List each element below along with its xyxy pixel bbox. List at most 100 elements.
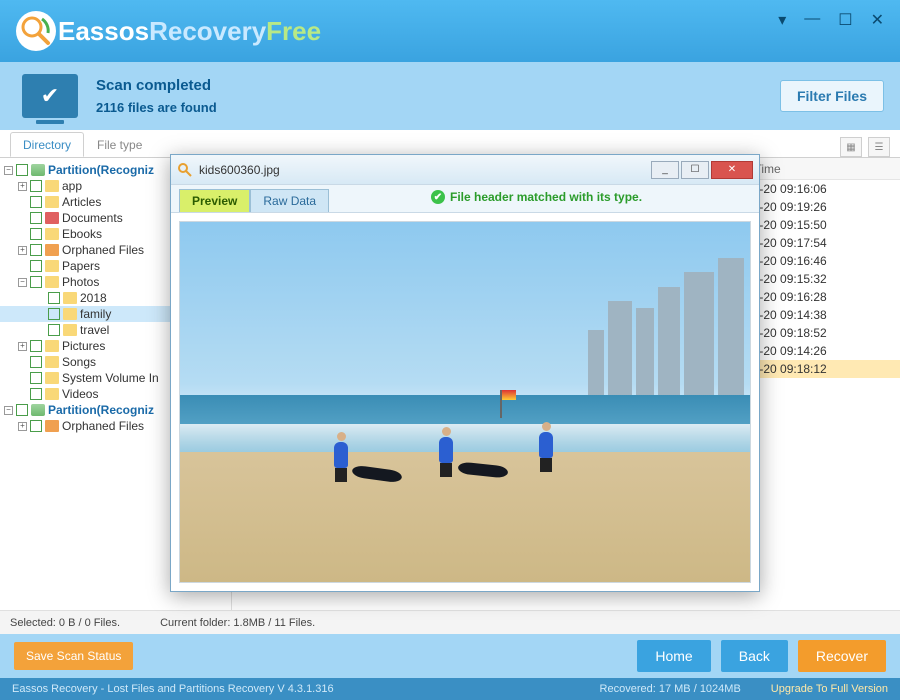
brand-part3: Free	[266, 16, 321, 46]
preview-close-button[interactable]: ✕	[711, 161, 753, 179]
file-modify-time: -03-20 09:19:26	[742, 200, 892, 214]
check-icon: ✔	[431, 190, 445, 204]
preview-image	[179, 221, 751, 583]
footer-bar: Eassos Recovery - Lost Files and Partiti…	[0, 678, 900, 700]
checkbox[interactable]	[30, 212, 42, 224]
sidebar-item-orphaned[interactable]: Orphaned Files	[62, 243, 144, 257]
selection-info-strip: Selected: 0 B / 0 Files. Current folder:…	[0, 610, 900, 634]
trash-icon	[45, 212, 59, 224]
sidebar-item-app[interactable]: app	[62, 179, 82, 193]
scan-status-title: Scan completed	[96, 77, 217, 94]
sidebar-item-partition1[interactable]: Partition(Recogniz	[48, 163, 154, 177]
sidebar-item-orphaned2[interactable]: Orphaned Files	[62, 419, 144, 433]
file-modify-time: -03-20 09:15:50	[742, 218, 892, 232]
view-list-button[interactable]: ☰	[868, 137, 890, 157]
file-modify-time: -03-20 09:16:06	[742, 182, 892, 196]
home-button[interactable]: Home	[637, 640, 710, 672]
expand-icon[interactable]: +	[18, 342, 27, 351]
checkbox[interactable]	[30, 340, 42, 352]
preview-maximize-button[interactable]: ☐	[681, 161, 709, 179]
file-modify-time: -03-20 09:16:28	[742, 290, 892, 304]
question-folder-icon	[45, 420, 59, 432]
checkbox[interactable]	[30, 228, 42, 240]
folder-icon	[45, 228, 59, 240]
expand-icon[interactable]: +	[18, 182, 27, 191]
maximize-button[interactable]: ☐	[838, 10, 852, 30]
file-modify-time: -03-20 09:15:32	[742, 272, 892, 286]
sidebar-item-songs[interactable]: Songs	[62, 355, 96, 369]
sidebar-item-articles[interactable]: Articles	[62, 195, 101, 209]
checkbox[interactable]	[30, 420, 42, 432]
scan-file-count: 2116 files are found	[96, 100, 217, 115]
sidebar-item-svi[interactable]: System Volume In	[62, 371, 159, 385]
back-button[interactable]: Back	[721, 640, 788, 672]
checkbox[interactable]	[48, 292, 60, 304]
folder-icon	[45, 196, 59, 208]
preview-title-bar[interactable]: kids600360.jpg _ ☐ ✕	[171, 155, 759, 185]
folder-icon	[45, 260, 59, 272]
sidebar-item-videos[interactable]: Videos	[62, 387, 98, 401]
tab-directory[interactable]: Directory	[10, 132, 84, 157]
sidebar-item-papers[interactable]: Papers	[62, 259, 100, 273]
checkbox[interactable]	[30, 372, 42, 384]
folder-icon	[45, 340, 59, 352]
checkbox[interactable]	[16, 164, 28, 176]
preview-tabs: Preview Raw Data ✔ File header matched w…	[171, 185, 759, 213]
sidebar-item-documents[interactable]: Documents	[62, 211, 123, 225]
checkbox[interactable]	[30, 388, 42, 400]
checkbox[interactable]	[30, 244, 42, 256]
brand-part2: Recovery	[149, 16, 266, 46]
folder-icon	[45, 180, 59, 192]
file-modify-time: -03-20 09:17:54	[742, 236, 892, 250]
scan-status-text: Scan completed 2116 files are found	[96, 77, 217, 115]
sidebar-item-family[interactable]: family	[80, 307, 111, 321]
minimize-button[interactable]: —	[804, 10, 820, 30]
tab-preview[interactable]: Preview	[179, 189, 250, 212]
disk-icon	[31, 404, 45, 416]
action-bar: Save Scan Status Home Back Recover	[0, 634, 900, 678]
sidebar-item-photos[interactable]: Photos	[62, 275, 99, 289]
checkbox[interactable]	[30, 276, 42, 288]
checkbox[interactable]	[30, 196, 42, 208]
app-brand: EassosRecoveryFree	[58, 16, 321, 47]
recover-button[interactable]: Recover	[798, 640, 886, 672]
checkbox[interactable]	[48, 324, 60, 336]
save-scan-status-button[interactable]: Save Scan Status	[14, 642, 133, 670]
header-match-text: File header matched with its type.	[450, 190, 642, 204]
window-controls: ▾ — ☐ ✕	[778, 10, 884, 30]
expand-icon[interactable]: −	[18, 278, 27, 287]
view-thumbnails-button[interactable]: ▦	[840, 137, 862, 157]
upgrade-link[interactable]: Upgrade To Full Version	[771, 683, 888, 695]
expand-icon[interactable]: +	[18, 246, 27, 255]
sidebar-item-pictures[interactable]: Pictures	[62, 339, 105, 353]
selected-info: Selected: 0 B / 0 Files.	[10, 617, 120, 629]
sidebar-item-travel[interactable]: travel	[80, 323, 109, 337]
sidebar-item-partition2[interactable]: Partition(Recogniz	[48, 403, 154, 417]
tab-raw-data[interactable]: Raw Data	[250, 189, 329, 212]
checkbox[interactable]	[30, 260, 42, 272]
disk-icon	[31, 164, 45, 176]
checkbox[interactable]	[30, 356, 42, 368]
tab-file-type[interactable]: File type	[84, 132, 155, 157]
column-modify-time[interactable]: fy Time	[742, 162, 892, 176]
brand-part1: Eassos	[58, 16, 149, 46]
filter-files-button[interactable]: Filter Files	[780, 80, 884, 112]
checkbox[interactable]	[30, 180, 42, 192]
scan-status-panel: ✔ Scan completed 2116 files are found Fi…	[0, 62, 900, 130]
app-logo-icon	[14, 9, 58, 53]
dropdown-icon[interactable]: ▾	[778, 10, 786, 30]
expand-icon[interactable]: −	[4, 166, 13, 175]
preview-minimize-button[interactable]: _	[651, 161, 679, 179]
folder-icon	[63, 292, 77, 304]
file-modify-time: -03-20 09:14:38	[742, 308, 892, 322]
expand-icon[interactable]: −	[4, 406, 13, 415]
expand-icon[interactable]: +	[18, 422, 27, 431]
folder-icon	[45, 372, 59, 384]
close-button[interactable]: ✕	[871, 10, 884, 30]
checkbox[interactable]	[16, 404, 28, 416]
sidebar-item-ebooks[interactable]: Ebooks	[62, 227, 102, 241]
folder-icon	[63, 308, 77, 320]
sidebar-item-2018[interactable]: 2018	[80, 291, 107, 305]
magnifier-icon	[177, 162, 193, 178]
checkbox[interactable]	[48, 308, 60, 320]
